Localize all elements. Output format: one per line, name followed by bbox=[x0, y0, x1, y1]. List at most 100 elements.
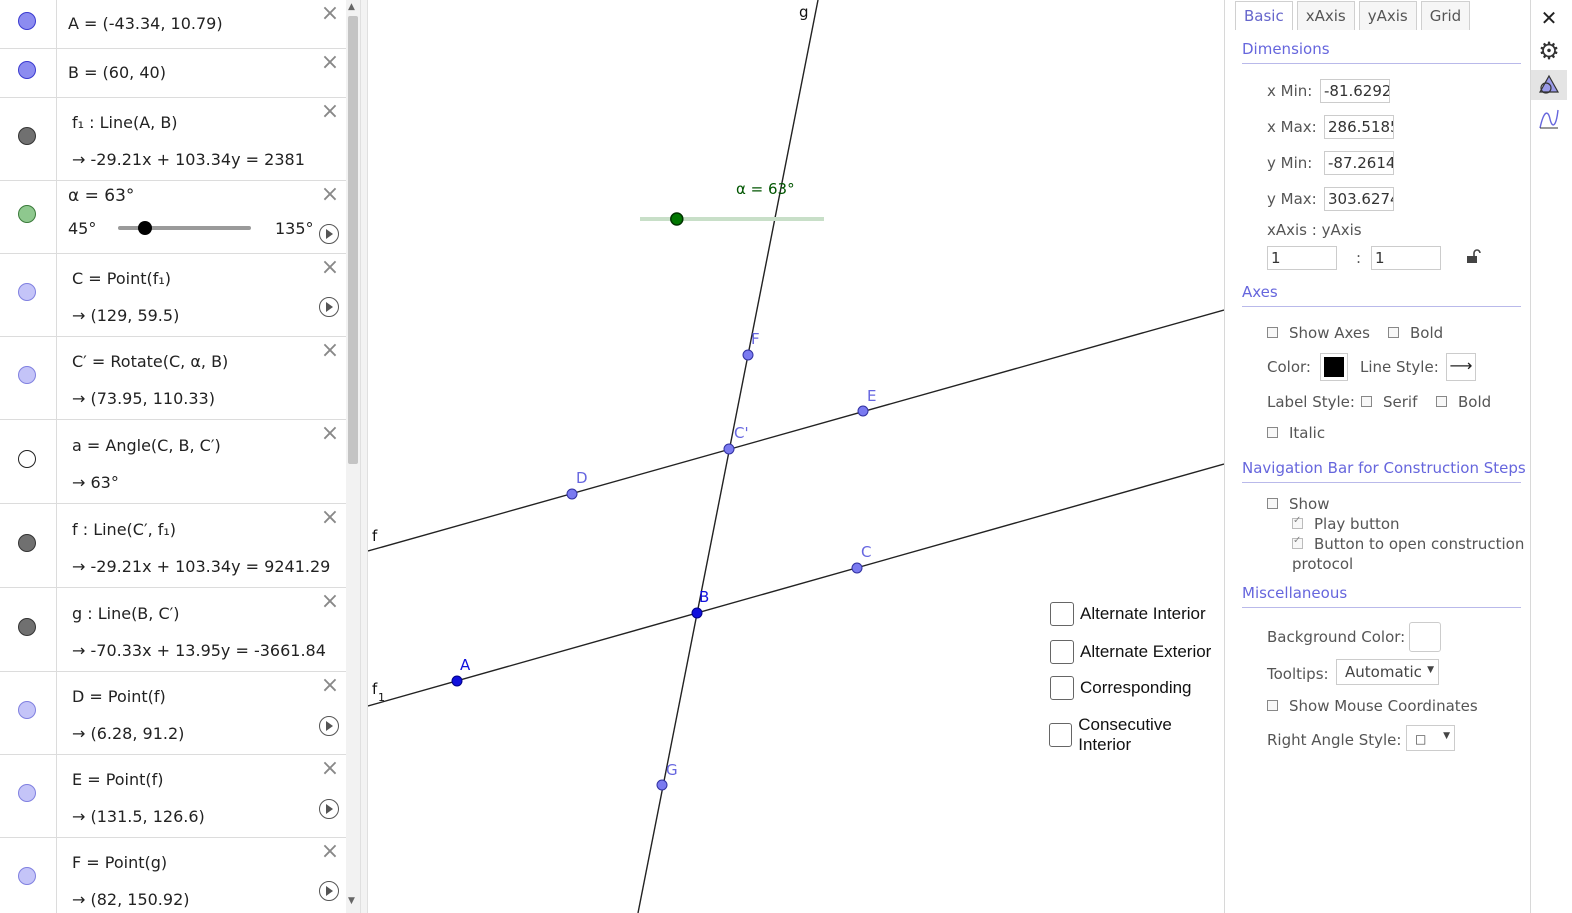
checkbox-box[interactable] bbox=[1049, 723, 1073, 747]
point-E[interactable] bbox=[857, 405, 869, 417]
algebra-definition[interactable]: C = Point(f₁) bbox=[72, 269, 171, 288]
show-axes-checkbox[interactable] bbox=[1267, 327, 1278, 338]
algebra-definition[interactable]: a = Angle(C, B, C′) bbox=[72, 436, 221, 455]
line-g[interactable] bbox=[637, 0, 819, 913]
label-bold-checkbox[interactable] bbox=[1436, 396, 1447, 407]
delete-icon[interactable]: × bbox=[320, 184, 340, 206]
delete-icon[interactable]: × bbox=[320, 591, 340, 613]
play-icon[interactable] bbox=[319, 799, 339, 819]
tab-basic[interactable]: Basic bbox=[1235, 1, 1293, 30]
xmax-input[interactable]: 286.5185 bbox=[1324, 115, 1394, 139]
visibility-marble[interactable] bbox=[18, 450, 36, 468]
visibility-marble[interactable] bbox=[18, 61, 36, 79]
checkbox-box[interactable] bbox=[1050, 602, 1074, 626]
point-D[interactable] bbox=[566, 488, 578, 500]
delete-icon[interactable]: × bbox=[320, 52, 340, 74]
play-button-checkbox[interactable] bbox=[1292, 515, 1303, 529]
delete-icon[interactable]: × bbox=[320, 257, 340, 279]
graphics-view-icon[interactable] bbox=[1531, 70, 1567, 100]
gear-icon[interactable]: ⚙ bbox=[1531, 36, 1567, 66]
point-A[interactable] bbox=[451, 675, 463, 687]
right-angle-style-select[interactable]: □ ▼ bbox=[1406, 725, 1455, 751]
serif-checkbox[interactable] bbox=[1361, 396, 1372, 407]
navbar-show-checkbox[interactable] bbox=[1267, 498, 1278, 509]
visibility-marble[interactable] bbox=[18, 618, 36, 636]
visibility-marble[interactable] bbox=[18, 784, 36, 802]
algebra-definition[interactable]: D = Point(f) bbox=[72, 687, 166, 706]
point-B[interactable] bbox=[691, 607, 703, 619]
algebra-row-f[interactable]: f : Line(C′, f₁) → -29.21x + 103.34y = 9… bbox=[0, 504, 346, 588]
algebra-row-E[interactable]: E = Point(f) → (131.5, 126.6) × bbox=[0, 755, 346, 838]
checkbox-corresponding[interactable]: Corresponding bbox=[1050, 676, 1192, 700]
algebra-row-angle-a[interactable]: a = Angle(C, B, C′) → 63° × bbox=[0, 420, 346, 504]
axes-color-swatch[interactable] bbox=[1320, 353, 1348, 381]
algebra-definition[interactable]: f : Line(C′, f₁) bbox=[72, 520, 176, 539]
visibility-marble[interactable] bbox=[18, 283, 36, 301]
visibility-marble[interactable] bbox=[18, 534, 36, 552]
delete-icon[interactable]: × bbox=[320, 423, 340, 445]
algebra-row-f1[interactable]: f₁ : Line(A, B) → -29.21x + 103.34y = 23… bbox=[0, 98, 346, 181]
play-icon[interactable] bbox=[319, 716, 339, 736]
tab-yaxis[interactable]: yAxis bbox=[1358, 1, 1417, 30]
algebra-definition[interactable]: f₁ : Line(A, B) bbox=[72, 113, 178, 132]
play-icon[interactable] bbox=[319, 297, 339, 317]
graphics-view[interactable]: α = 63° g f f 1 A B C C' D E F G Alterna… bbox=[368, 0, 1224, 913]
delete-icon[interactable]: × bbox=[320, 758, 340, 780]
line-f1[interactable] bbox=[368, 463, 1224, 707]
play-icon[interactable] bbox=[319, 881, 339, 901]
checkbox-box[interactable] bbox=[1050, 640, 1074, 664]
point-G[interactable] bbox=[656, 779, 668, 791]
algebra-slider-thumb[interactable] bbox=[137, 221, 152, 235]
close-icon[interactable]: ✕ bbox=[1531, 3, 1567, 33]
algebra-row-alpha[interactable]: α = 63° 45° 135° × bbox=[0, 181, 346, 254]
line-f[interactable] bbox=[368, 309, 1224, 552]
point-F[interactable] bbox=[742, 349, 754, 361]
scroll-down-arrow-icon[interactable]: ▼ bbox=[348, 896, 355, 906]
algebra-row-C[interactable]: C = Point(f₁) → (129, 59.5) × bbox=[0, 254, 346, 337]
axis-ratio-x-input[interactable]: 1 bbox=[1267, 246, 1337, 270]
bold-axes-checkbox[interactable] bbox=[1388, 327, 1399, 338]
xmin-input[interactable]: -81.6292 bbox=[1320, 79, 1390, 103]
algebra-row-C-prime[interactable]: C′ = Rotate(C, α, B) → (73.95, 110.33) × bbox=[0, 337, 346, 420]
visibility-marble[interactable] bbox=[18, 366, 36, 384]
show-mouse-coords-checkbox[interactable] bbox=[1267, 700, 1278, 711]
visibility-marble[interactable] bbox=[18, 127, 36, 145]
view-splitter[interactable] bbox=[360, 0, 368, 913]
background-color-swatch[interactable] bbox=[1409, 622, 1441, 652]
italic-checkbox[interactable] bbox=[1267, 427, 1278, 438]
algebra-row-B[interactable]: B = (60, 40) × bbox=[0, 49, 346, 98]
play-icon[interactable] bbox=[319, 224, 339, 244]
visibility-marble[interactable] bbox=[18, 12, 36, 30]
algebra-definition[interactable]: B = (60, 40) bbox=[68, 63, 166, 82]
checkbox-consecutive-interior[interactable]: Consecutive Interior bbox=[1049, 715, 1224, 755]
algebra-definition[interactable]: g : Line(B, C′) bbox=[72, 604, 180, 623]
point-C[interactable] bbox=[851, 562, 863, 574]
algebra-definition[interactable]: α = 63° bbox=[68, 186, 134, 206]
algebra-row-g[interactable]: g : Line(B, C′) → -70.33x + 13.95y = -36… bbox=[0, 588, 346, 672]
graphics-slider-thumb[interactable] bbox=[670, 212, 684, 226]
checkbox-alternate-interior[interactable]: Alternate Interior bbox=[1050, 602, 1206, 626]
line-style-button[interactable]: ⟶ bbox=[1446, 353, 1476, 381]
visibility-marble[interactable] bbox=[18, 867, 36, 885]
scroll-up-arrow-icon[interactable]: ▲ bbox=[348, 2, 355, 12]
algebra-row-F[interactable]: F = Point(g) → (82, 150.92) × bbox=[0, 838, 346, 913]
open-protocol-checkbox[interactable] bbox=[1292, 535, 1303, 549]
point-C-prime[interactable] bbox=[723, 443, 735, 455]
delete-icon[interactable]: × bbox=[320, 3, 340, 25]
lock-icon[interactable] bbox=[1465, 248, 1481, 264]
tab-xaxis[interactable]: xAxis bbox=[1296, 1, 1355, 30]
delete-icon[interactable]: × bbox=[320, 101, 340, 123]
graphics-canvas[interactable]: α = 63° g f f 1 A B C C' D E F G bbox=[368, 0, 1224, 913]
delete-icon[interactable]: × bbox=[320, 675, 340, 697]
visibility-marble[interactable] bbox=[18, 205, 36, 223]
algebra-row-A[interactable]: A = (-43.34, 10.79) × bbox=[0, 0, 346, 49]
axis-ratio-y-input[interactable]: 1 bbox=[1371, 246, 1441, 270]
ymax-input[interactable]: 303.6274 bbox=[1324, 187, 1394, 211]
algebra-definition[interactable]: E = Point(f) bbox=[72, 770, 164, 789]
visibility-marble[interactable] bbox=[18, 701, 36, 719]
delete-icon[interactable]: × bbox=[320, 841, 340, 863]
tab-grid[interactable]: Grid bbox=[1420, 1, 1471, 30]
algebra-definition[interactable]: C′ = Rotate(C, α, B) bbox=[72, 352, 228, 371]
function-graph-icon[interactable] bbox=[1531, 104, 1567, 134]
checkbox-alternate-exterior[interactable]: Alternate Exterior bbox=[1050, 640, 1211, 664]
